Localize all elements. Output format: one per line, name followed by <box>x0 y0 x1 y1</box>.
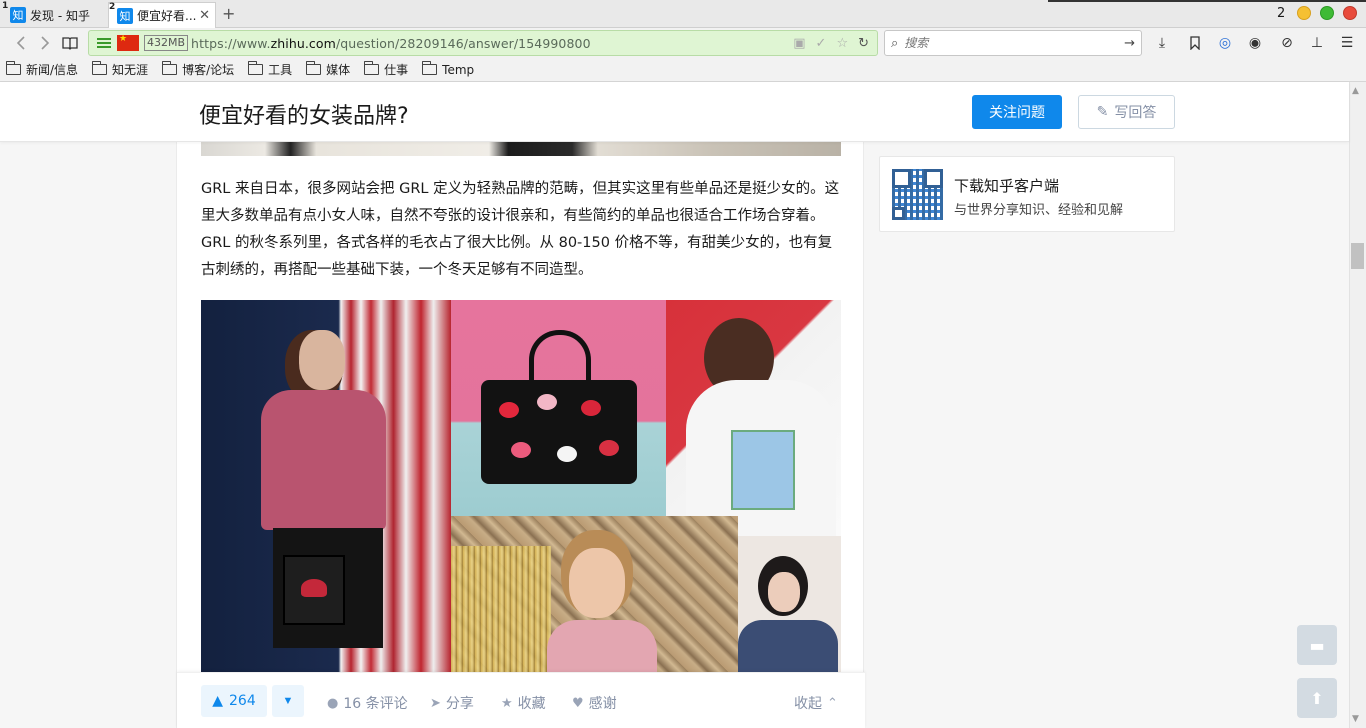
folder-icon <box>363 61 380 75</box>
bookmark-folder-news[interactable]: 新闻/信息 <box>5 61 78 78</box>
tracking-protection-icon[interactable]: ◉ <box>1245 33 1265 53</box>
fashion-collage-image[interactable] <box>201 300 841 672</box>
model-photo-pink-sweater <box>201 300 451 672</box>
tab-question[interactable]: 2 知 便宜好看... ✕ <box>108 2 216 28</box>
answer-paragraph: GRL 来自日本，很多网站会把 GRL 定义为轻熟品牌的范畴，但其实这里有些单品… <box>201 181 840 278</box>
back-to-top-button[interactable]: ⬆ <box>1297 678 1337 718</box>
pencil-icon: ✎ <box>1096 104 1109 120</box>
tab-bar: 1 知 发现 - 知乎 2 知 便宜好看... ✕ + 2 <box>0 0 1366 28</box>
folder-icon <box>5 61 21 75</box>
zhihu-favicon-icon: 知 <box>10 7 26 23</box>
bookmark-folder-blogs[interactable]: 博客/论坛 <box>161 61 234 78</box>
tab-number: 2 <box>109 2 116 12</box>
minimize-button[interactable] <box>1297 6 1311 20</box>
tab-discover[interactable]: 1 知 发现 - 知乎 <box>2 1 106 28</box>
bookmark-folder-temp[interactable]: Temp <box>421 61 474 77</box>
reading-list-icon[interactable] <box>60 33 80 53</box>
tab-number: 1 <box>2 1 9 11</box>
bookmarks-bar: 新闻/信息 知无涯 博客/论坛 工具 媒体 仕事 Temp <box>0 58 1366 82</box>
reload-icon[interactable]: ↻ <box>858 36 869 51</box>
answer-card: GRL 来自日本，很多网站会把 GRL 定义为轻熟品牌的范畴，但其实这里有些单品… <box>176 142 865 728</box>
folder-icon <box>161 61 178 75</box>
bookmark-folder-zhiwuya[interactable]: 知无涯 <box>91 61 148 78</box>
bookmark-star-icon[interactable]: ☆ <box>836 36 848 51</box>
share-button[interactable]: ➤ 分享 <box>430 693 474 713</box>
tab-title: 发现 - 知乎 <box>30 8 90 23</box>
download-icon[interactable]: ⤓ <box>1152 33 1172 53</box>
scroll-down-arrow-icon[interactable]: ▼ <box>1352 714 1359 724</box>
model-photo-white-sweatshirt <box>666 300 841 536</box>
new-tab-button[interactable]: + <box>222 4 235 23</box>
extension-icon[interactable]: ▣ <box>793 36 805 51</box>
folder-icon <box>305 61 322 75</box>
search-icon: ⌕ <box>891 35 899 51</box>
favorite-button[interactable]: ★ 收藏 <box>501 693 546 713</box>
question-title: 便宜好看的女装品牌? <box>199 104 409 129</box>
page-content: 便宜好看的女装品牌? 关注问题 ✎ 写回答 GRL 来自日本，很多网站会把 GR… <box>0 82 1349 728</box>
bookmark-folder-media[interactable]: 媒体 <box>305 61 350 78</box>
previous-image-bottom <box>201 142 841 156</box>
comment-bubble-icon: ● <box>327 695 339 711</box>
model-photo-braids <box>738 536 841 672</box>
search-input[interactable] <box>904 36 1105 50</box>
tab-title: 便宜好看... <box>137 9 197 23</box>
question-header: 便宜好看的女装品牌? 关注问题 ✎ 写回答 <box>0 82 1349 142</box>
memory-badge: 432MB <box>144 35 189 51</box>
paper-plane-icon: ➤ <box>430 695 441 711</box>
checkmark-icon[interactable]: ✓ <box>816 36 827 51</box>
star-icon: ★ <box>501 695 513 711</box>
follow-question-button[interactable]: 关注问题 <box>972 95 1062 129</box>
maximize-button[interactable] <box>1320 6 1334 20</box>
qr-code-icon <box>892 169 943 220</box>
compass-icon[interactable]: ◎ <box>1215 33 1235 53</box>
bookmark-folder-tools[interactable]: 工具 <box>247 61 292 78</box>
reader-mode-icon[interactable] <box>97 38 111 48</box>
triangle-down-icon: ▼ <box>282 695 294 707</box>
answer-action-bar: ▲ 264 ▼ ● 16 条评论 ➤ 分享 ★ 收藏 ♥ 感谢 收起 ⌃ <box>177 672 865 728</box>
chevron-up-icon: ⌃ <box>827 695 838 711</box>
collapse-button[interactable]: 收起 ⌃ <box>794 693 838 713</box>
download-app-title: 下载知乎客户端 <box>954 177 1060 195</box>
downvote-button[interactable]: ▼ <box>272 685 304 717</box>
window-count: 2 <box>1277 6 1286 21</box>
vote-count: 264 <box>229 693 256 709</box>
menu-icon[interactable]: ☰ <box>1337 33 1357 53</box>
back-icon[interactable] <box>11 33 31 53</box>
adblock-icon[interactable]: ⊘ <box>1277 33 1297 53</box>
china-flag-icon <box>117 34 139 51</box>
close-window-button[interactable] <box>1343 6 1357 20</box>
forward-icon[interactable] <box>35 33 55 53</box>
folder-icon <box>247 61 264 75</box>
search-go-icon[interactable]: → <box>1124 36 1135 51</box>
search-bar[interactable]: ⌕ → <box>884 30 1142 56</box>
download-app-card[interactable]: 下载知乎客户端 与世界分享知识、经验和见解 <box>879 156 1175 232</box>
scroll-up-arrow-icon[interactable]: ▲ <box>1352 86 1359 96</box>
bookmarks-icon[interactable] <box>1185 33 1205 53</box>
scrollbar[interactable] <box>1349 82 1366 728</box>
thanks-button[interactable]: ♥ 感谢 <box>572 693 617 713</box>
folder-icon <box>91 61 108 75</box>
comments-button[interactable]: ● 16 条评论 <box>327 693 408 713</box>
folder-icon <box>421 61 438 75</box>
message-box-button[interactable]: ▬ <box>1297 625 1337 665</box>
navigation-bar: 432MB https://www.zhihu.com/question/282… <box>0 28 1366 58</box>
heart-icon: ♥ <box>572 695 584 711</box>
inbox-icon: ▬ <box>1309 635 1325 655</box>
window-strip <box>1048 0 1366 2</box>
url-text[interactable]: https://www.zhihu.com/question/28209146/… <box>191 36 591 51</box>
zhihu-favicon-icon: 知 <box>117 7 133 24</box>
layout-icon[interactable]: ⊥ <box>1307 33 1327 53</box>
triangle-up-icon: ▲ <box>212 693 224 709</box>
bookmark-folder-work[interactable]: 仕事 <box>363 61 408 78</box>
model-photo-floral-background <box>451 516 738 672</box>
upvote-button[interactable]: ▲ 264 <box>201 685 267 717</box>
handbag-photo <box>451 300 666 516</box>
write-answer-button[interactable]: ✎ 写回答 <box>1078 95 1175 129</box>
arrow-up-icon: ⬆ <box>1310 688 1324 708</box>
address-bar[interactable]: 432MB https://www.zhihu.com/question/282… <box>88 30 878 56</box>
close-tab-icon[interactable]: ✕ <box>199 8 210 23</box>
download-app-subtitle: 与世界分享知识、经验和见解 <box>954 203 1124 218</box>
scrollbar-thumb[interactable] <box>1351 243 1364 269</box>
